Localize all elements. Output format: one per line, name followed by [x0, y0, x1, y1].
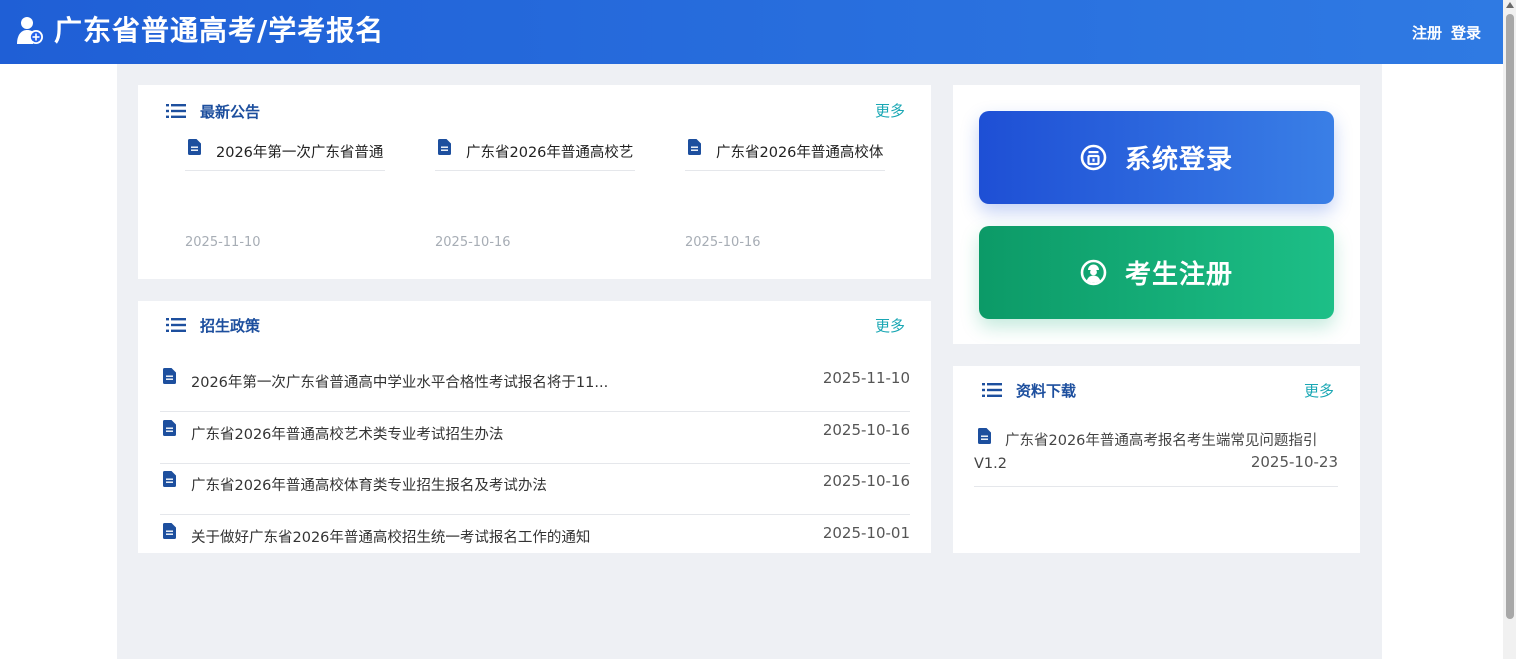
main-content: 最新公告 更多 2026年第一次广东省普通 2025-11-10 广东省2026…	[117, 64, 1382, 659]
document-icon	[688, 139, 701, 155]
notice-date: 2025-11-10	[185, 235, 261, 250]
policy-row[interactable]: 关于做好广东省2026年普通高校招生统一考试报名工作的通知 2025-10-01	[160, 515, 910, 553]
system-login-button[interactable]: 系统登录	[979, 111, 1334, 204]
quick-actions-card: 系统登录 考生注册	[953, 85, 1360, 344]
policy-row-date: 2025-10-01	[822, 524, 910, 542]
announcements-card: 最新公告 更多 2026年第一次广东省普通 2025-11-10 广东省2026…	[138, 85, 931, 279]
policy-header: 招生政策	[166, 315, 260, 335]
downloads-more-link[interactable]: 更多	[1304, 380, 1334, 401]
scroll-up-arrow-icon[interactable]	[1506, 2, 1514, 8]
student-icon	[1080, 259, 1107, 286]
notice-title[interactable]: 2026年第一次广东省普通	[216, 141, 384, 162]
downloads-header: 资料下载	[982, 380, 1076, 400]
list-icon	[166, 104, 186, 118]
policy-title: 招生政策	[200, 316, 261, 335]
notice-title[interactable]: 广东省2026年普通高校艺	[466, 141, 634, 162]
announcements-header: 最新公告	[166, 101, 260, 121]
policy-row-title[interactable]: 2026年第一次广东省普通高中学业水平合格性考试报名将于11...	[191, 371, 608, 392]
policy-more-link[interactable]: 更多	[875, 315, 905, 336]
downloads-card: 资料下载 更多 广东省2026年普通高考报名考生端常见问题指引V1.2 2025…	[953, 366, 1360, 553]
divider	[185, 170, 385, 171]
list-icon	[982, 383, 1002, 397]
policy-row-title[interactable]: 广东省2026年普通高校体育类专业招生报名及考试办法	[191, 474, 547, 495]
document-icon	[163, 471, 176, 487]
policy-card: 招生政策 更多 2026年第一次广东省普通高中学业水平合格性考试报名将于11..…	[138, 301, 931, 553]
register-link[interactable]: 注册	[1412, 22, 1442, 43]
policy-row[interactable]: 2026年第一次广东省普通高中学业水平合格性考试报名将于11... 2025-1…	[160, 360, 910, 412]
notice-item[interactable]: 2026年第一次广东省普通 2025-11-10	[185, 137, 385, 257]
user-add-icon	[17, 17, 43, 44]
policy-row-title[interactable]: 广东省2026年普通高校艺术类专业考试招生办法	[191, 423, 503, 444]
site-title: 广东省普通高考/学考报名	[54, 14, 385, 47]
divider	[974, 486, 1338, 487]
download-item[interactable]: 广东省2026年普通高考报名考生端常见问题指引V1.2 2025-10-23	[974, 426, 1338, 487]
downloads-title: 资料下载	[1016, 381, 1077, 400]
student-register-label[interactable]: 考生注册	[1125, 254, 1233, 291]
system-login-label[interactable]: 系统登录	[1125, 139, 1233, 176]
notice-item[interactable]: 广东省2026年普通高校体 2025-10-16	[685, 137, 885, 257]
notice-item[interactable]: 广东省2026年普通高校艺 2025-10-16	[435, 137, 635, 257]
policy-row[interactable]: 广东省2026年普通高校体育类专业招生报名及考试办法 2025-10-16	[160, 463, 910, 515]
document-icon	[163, 420, 176, 436]
login-link[interactable]: 登录	[1451, 22, 1481, 43]
document-icon	[163, 523, 176, 539]
document-icon	[438, 139, 451, 155]
policy-row-date: 2025-10-16	[822, 472, 910, 490]
policy-row-title[interactable]: 关于做好广东省2026年普通高校招生统一考试报名工作的通知	[191, 526, 590, 547]
notice-date: 2025-10-16	[685, 235, 761, 250]
page-scrollbar[interactable]	[1503, 0, 1516, 659]
divider	[685, 170, 885, 171]
download-item-date: 2025-10-23	[1244, 453, 1338, 471]
student-register-button[interactable]: 考生注册	[979, 226, 1334, 319]
notice-date: 2025-10-16	[435, 235, 511, 250]
login-icon	[1080, 144, 1107, 171]
document-icon	[188, 139, 201, 155]
policy-row-date: 2025-10-16	[822, 421, 910, 439]
top-header: 广东省普通高考/学考报名 注册 登录	[0, 0, 1503, 64]
notice-title[interactable]: 广东省2026年普通高校体	[716, 141, 884, 162]
list-icon	[166, 318, 186, 332]
divider	[435, 170, 635, 171]
scrollbar-thumb[interactable]	[1506, 14, 1514, 619]
policy-row[interactable]: 广东省2026年普通高校艺术类专业考试招生办法 2025-10-16	[160, 412, 910, 464]
policy-row-date: 2025-11-10	[822, 369, 910, 387]
announcements-more-link[interactable]: 更多	[875, 100, 905, 121]
announcements-title: 最新公告	[200, 102, 261, 121]
document-icon	[163, 368, 176, 384]
